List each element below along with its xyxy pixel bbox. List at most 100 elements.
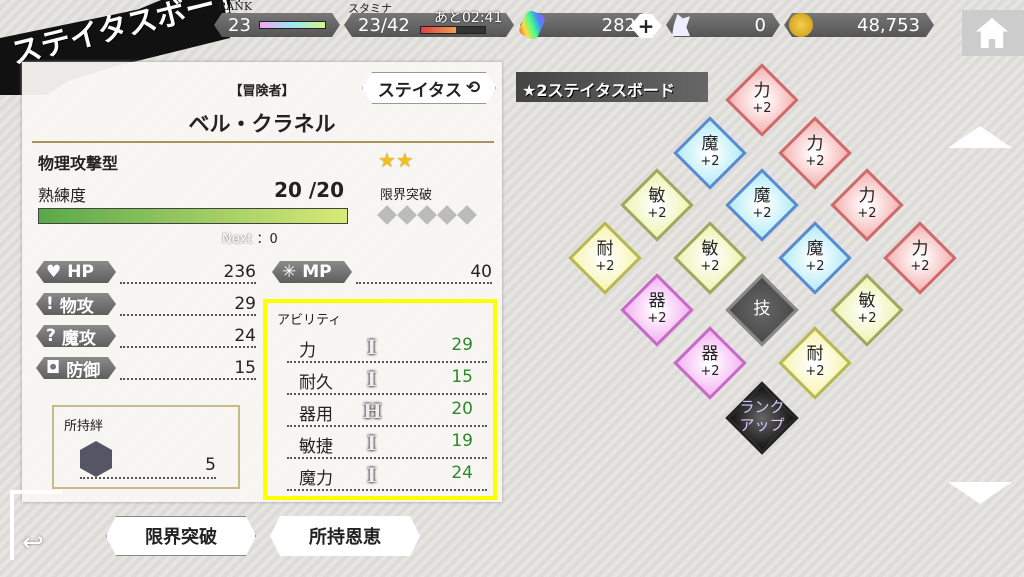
node-bonus: +2 xyxy=(700,364,720,379)
node-bonus: +2 xyxy=(805,364,825,379)
ability-value: 15 xyxy=(451,367,473,387)
board-node-label: 力 +2 xyxy=(885,240,955,276)
sword-icon: ! xyxy=(46,294,54,314)
crystals-value: 0 xyxy=(754,14,766,36)
node-stat: 力 xyxy=(806,134,824,154)
board-title: ★2ステイタスボード xyxy=(516,72,708,102)
node-stat: 耐 xyxy=(806,344,824,364)
refresh-icon: ⟲ xyxy=(466,78,481,98)
ability-name: 耐久 xyxy=(299,373,333,393)
scroll-down-button[interactable] xyxy=(948,482,1012,504)
ability-name: 器用 xyxy=(299,405,333,425)
node-bonus: +2 xyxy=(700,259,720,274)
stat-mp-row: 40 xyxy=(356,262,492,284)
board-node-label: 魔 +2 xyxy=(727,187,797,223)
next-label: Next xyxy=(222,232,253,247)
stat-hp-row: 236 xyxy=(120,262,256,284)
ability-row: 魔力 I 24 xyxy=(287,461,487,491)
character-name: ベル・クラネル xyxy=(188,112,336,136)
back-button[interactable]: ↩ xyxy=(10,490,62,560)
node-stat: 魔 xyxy=(701,134,719,154)
node-stat: 敏 xyxy=(648,186,666,206)
limit-break-gems xyxy=(377,205,477,225)
home-icon xyxy=(976,18,1008,48)
rarity-stars: ★★ xyxy=(378,148,414,172)
node-stat: 技 xyxy=(753,299,771,319)
limit-gem-icon xyxy=(417,205,437,225)
status-button-label: ステイタス xyxy=(377,80,463,101)
magic-book-icon: ✳ xyxy=(282,262,297,282)
node-bonus: +2 xyxy=(805,154,825,169)
board-node-label: 力 +2 xyxy=(780,135,850,171)
board-node-label: 敏 +2 xyxy=(832,292,902,328)
stat-def-label: ◘ 防御 xyxy=(36,357,116,379)
board-node-label: 器 +2 xyxy=(622,292,692,328)
divider xyxy=(32,141,494,143)
board-node-label: 力 +2 xyxy=(727,82,797,118)
ability-row: 力 I 29 xyxy=(287,333,487,363)
ability-title: アビリティ xyxy=(277,313,342,328)
ability-row: 敏捷 I 19 xyxy=(287,429,487,459)
board-node-label: 耐 +2 xyxy=(570,240,640,276)
board-node-label: 敏 +2 xyxy=(675,240,745,276)
rank-exp-bar xyxy=(259,21,326,29)
scroll-up-button[interactable] xyxy=(948,126,1012,148)
node-bonus: +2 xyxy=(910,259,930,274)
next-display: Next ：0 xyxy=(222,228,278,247)
node-bonus: +2 xyxy=(857,311,877,326)
board-node-label: 器 +2 xyxy=(675,345,745,381)
ability-value: 19 xyxy=(451,431,473,451)
proficiency-value: 20 /20 xyxy=(274,178,344,202)
ability-value: 24 xyxy=(451,463,473,483)
gold-value: 48,753 xyxy=(857,14,920,36)
node-stat: 魔 xyxy=(753,186,771,206)
rank-display: 23 xyxy=(214,13,340,37)
node-bonus: +2 xyxy=(805,259,825,274)
board-node-label: 力 +2 xyxy=(832,187,902,223)
node-stat: 魔 xyxy=(806,239,824,259)
board-node-label: 敏 +2 xyxy=(622,187,692,223)
board-node-label: 耐 +2 xyxy=(780,345,850,381)
limit-gem-icon xyxy=(377,205,397,225)
node-stat: 敏 xyxy=(701,239,719,259)
node-bonus: +2 xyxy=(857,206,877,221)
ability-row: 耐久 I 15 xyxy=(287,365,487,395)
staff-icon: ? xyxy=(46,326,56,346)
ability-rank: I xyxy=(367,431,377,455)
board-node-label: 技 xyxy=(727,300,797,318)
limit-gem-icon xyxy=(397,205,417,225)
node-stat: 力 xyxy=(911,239,929,259)
node-stat: 敏 xyxy=(858,291,876,311)
stat-patk-value: 29 xyxy=(234,294,256,314)
ability-box: アビリティ 力 I 29 耐久 I 15 器用 H 20 敏捷 I 19 魔力 I 24 xyxy=(263,299,497,500)
status-toggle-button[interactable]: ステイタス ⟲ xyxy=(362,72,496,104)
stat-patk-label: ! 物攻 xyxy=(36,293,116,315)
blessings-button-label: 所持恩恵 xyxy=(309,527,381,548)
limit-gem-icon xyxy=(457,205,477,225)
stamina-value: 23/42 xyxy=(358,14,410,36)
node-bonus: +2 xyxy=(647,206,667,221)
stamina-bar xyxy=(420,26,486,34)
rank-label: RANK xyxy=(218,0,253,13)
limit-break-button[interactable]: 限界突破 xyxy=(106,516,256,556)
home-button[interactable] xyxy=(962,10,1024,56)
ability-rank: I xyxy=(367,367,377,391)
board-node-label: 魔 +2 xyxy=(780,240,850,276)
character-panel: 【冒険者】 ステイタス ⟲ ベル・クラネル 物理攻撃型 ★★ 熟練度 20 /20… xyxy=(22,62,502,502)
node-bonus: +2 xyxy=(700,154,720,169)
rank-value: 23 xyxy=(228,14,251,36)
ability-name: 魔力 xyxy=(299,469,333,489)
stat-hp-value: 236 xyxy=(223,262,256,282)
character-type: 物理攻撃型 xyxy=(38,154,119,173)
gold-coin-icon xyxy=(789,13,813,37)
proficiency-bar xyxy=(38,208,348,224)
blessings-button[interactable]: 所持恩恵 xyxy=(270,516,420,556)
ability-rank: I xyxy=(367,335,377,359)
limit-break-label: 限界突破 xyxy=(380,188,433,203)
stat-hp-label: ♥ HP xyxy=(36,261,116,283)
stat-patk-row: 29 xyxy=(120,294,256,316)
plus-icon: + xyxy=(637,14,655,38)
ability-value: 29 xyxy=(451,335,473,355)
board-node-label: ランク アップ xyxy=(739,398,785,434)
ability-name: 力 xyxy=(299,341,316,361)
